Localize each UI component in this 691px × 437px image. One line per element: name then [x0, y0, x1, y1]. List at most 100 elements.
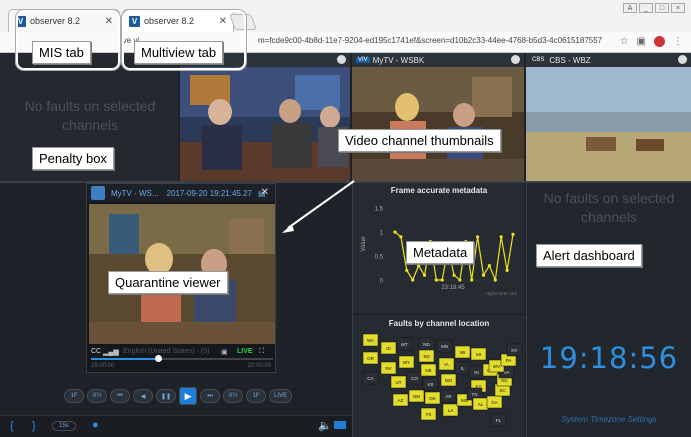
- map-state[interactable]: MT: [396, 337, 413, 351]
- state-label: MI: [476, 352, 481, 357]
- map-state[interactable]: AL: [472, 397, 489, 411]
- play-icon[interactable]: [337, 55, 346, 64]
- map-state[interactable]: ND: [418, 337, 435, 351]
- maximize-button[interactable]: □: [655, 3, 669, 13]
- live-indicator: LIVE: [237, 348, 253, 355]
- y-tick-label: 1: [380, 231, 384, 237]
- map-state[interactable]: IN: [468, 365, 485, 379]
- map-state[interactable]: CO: [406, 371, 423, 385]
- profile-button[interactable]: A: [623, 3, 637, 13]
- fullscreen-icon[interactable]: ⛶: [259, 348, 264, 356]
- state-label: CA: [367, 376, 373, 381]
- pause-button[interactable]: ❚❚: [156, 389, 177, 403]
- timeline-progress: [91, 358, 159, 360]
- faults-map-title: Faults by channel location: [388, 319, 490, 328]
- map-state[interactable]: SD: [418, 349, 435, 363]
- map-state[interactable]: AR: [440, 389, 457, 403]
- map-state[interactable]: MO: [440, 373, 457, 387]
- data-point: [487, 264, 491, 268]
- slow-forward-button[interactable]: X½: [223, 389, 244, 403]
- alert-dashboard: No faults on selected channels 19:18:56 …: [527, 183, 691, 437]
- y-axis-label: Value: [361, 236, 367, 252]
- closed-caption-label[interactable]: CC: [91, 348, 101, 355]
- data-point: [422, 273, 427, 277]
- timeline-handle[interactable]: [155, 355, 162, 362]
- record-button[interactable]: ●: [92, 419, 99, 431]
- minimize-button[interactable]: _: [639, 3, 653, 13]
- rewind-button[interactable]: ⏮: [110, 389, 130, 403]
- step-back-frame-button[interactable]: 1F: [64, 389, 84, 403]
- star-icon[interactable]: ☆: [620, 36, 629, 47]
- state-label: MO: [445, 378, 453, 383]
- map-state[interactable]: WA: [362, 333, 379, 347]
- extension-icon[interactable]: ▣: [637, 36, 646, 47]
- language-label[interactable]: English (United States) - (5): [123, 348, 209, 355]
- map-state[interactable]: NE: [420, 363, 437, 377]
- map-state[interactable]: MN: [436, 339, 453, 353]
- map-state[interactable]: CA: [362, 371, 379, 385]
- step-forward-frame-button[interactable]: 1F: [246, 389, 267, 403]
- map-state[interactable]: OR: [362, 351, 379, 365]
- map-state[interactable]: WY: [398, 355, 415, 369]
- timeline-track[interactable]: [91, 355, 273, 362]
- alert-dashboard-callout: Alert dashboard: [536, 244, 642, 267]
- state-label: UT: [396, 380, 402, 385]
- play-icon[interactable]: [511, 55, 520, 64]
- map-state[interactable]: NV: [380, 361, 397, 375]
- slow-back-button[interactable]: X½: [87, 389, 107, 403]
- reverse-play-button[interactable]: ◀: [133, 389, 153, 403]
- fast-forward-button[interactable]: ⏭: [200, 389, 221, 403]
- video-thumbnail-mytv[interactable]: [352, 67, 524, 181]
- state-label: NE: [425, 368, 431, 373]
- feed-bar: CBS CBS - WBZ: [526, 53, 691, 67]
- map-state[interactable]: WI: [454, 345, 471, 359]
- map-state[interactable]: KS: [422, 377, 439, 391]
- map-state[interactable]: GA: [486, 395, 503, 409]
- play-icon[interactable]: [678, 55, 687, 64]
- map-state[interactable]: MI: [470, 347, 487, 361]
- timezone-settings-link[interactable]: System Timezone Settings: [527, 415, 691, 424]
- video-thumbnail-news[interactable]: [180, 67, 350, 181]
- metadata-callout: Metadata: [406, 241, 475, 264]
- y-tick-label: 1.5: [375, 207, 384, 213]
- screenshot: V observer 8.2 ✕ V observer 8.2 ✕ A _ □ …: [0, 0, 691, 437]
- map-state[interactable]: OK: [424, 391, 441, 405]
- menu-icon[interactable]: ⋮: [673, 36, 683, 47]
- video-thumbnail-cbs[interactable]: [526, 67, 691, 181]
- close-icon[interactable]: ✕: [261, 187, 269, 198]
- play-button[interactable]: ▶: [179, 387, 198, 405]
- map-state[interactable]: ID: [380, 341, 397, 355]
- timeline-end: 20:00:00: [247, 363, 271, 369]
- map-state[interactable]: IA: [438, 357, 455, 371]
- adblock-icon[interactable]: [654, 36, 665, 47]
- map-state[interactable]: TX: [420, 407, 437, 421]
- data-point: [452, 273, 456, 277]
- mark-in-button[interactable]: {: [10, 420, 14, 432]
- channel-logo-icon: VIV: [356, 57, 370, 63]
- quarantine-timestamp: 2017-09-20 19:21:45.27: [166, 188, 252, 198]
- us-map[interactable]: WA OR CA NV ID MT WY UT CO AZ NM ND SD NE KS OK TX MN IA MO…: [353, 332, 525, 437]
- mark-out-button[interactable]: }: [32, 420, 36, 432]
- channel-logo-icon: [91, 186, 105, 200]
- state-label: SD: [423, 354, 430, 359]
- live-button[interactable]: LIVE: [269, 389, 293, 403]
- system-clock: 19:18:56: [539, 341, 679, 375]
- map-state[interactable]: LA: [442, 403, 459, 417]
- data-point: [405, 268, 409, 272]
- screenshot-icon[interactable]: ▣: [221, 348, 228, 356]
- map-state[interactable]: AZ: [392, 393, 409, 407]
- map-state[interactable]: NM: [408, 389, 425, 403]
- feed-bar: VIV MyTV - WSBK: [352, 53, 524, 67]
- data-point: [417, 264, 421, 268]
- state-label: OR: [367, 356, 375, 361]
- map-state[interactable]: UT: [390, 375, 407, 389]
- map-state[interactable]: NY: [506, 343, 523, 357]
- close-window-button[interactable]: ×: [671, 3, 685, 13]
- state-label: WA: [367, 338, 374, 343]
- map-state[interactable]: IL: [454, 361, 471, 375]
- volume-icon[interactable]: 🔈: [318, 419, 332, 432]
- skip-interval-button[interactable]: 15s: [52, 421, 76, 431]
- map-state[interactable]: FL: [490, 413, 507, 427]
- layout-icon[interactable]: [334, 421, 346, 429]
- state-label: LA: [448, 408, 454, 413]
